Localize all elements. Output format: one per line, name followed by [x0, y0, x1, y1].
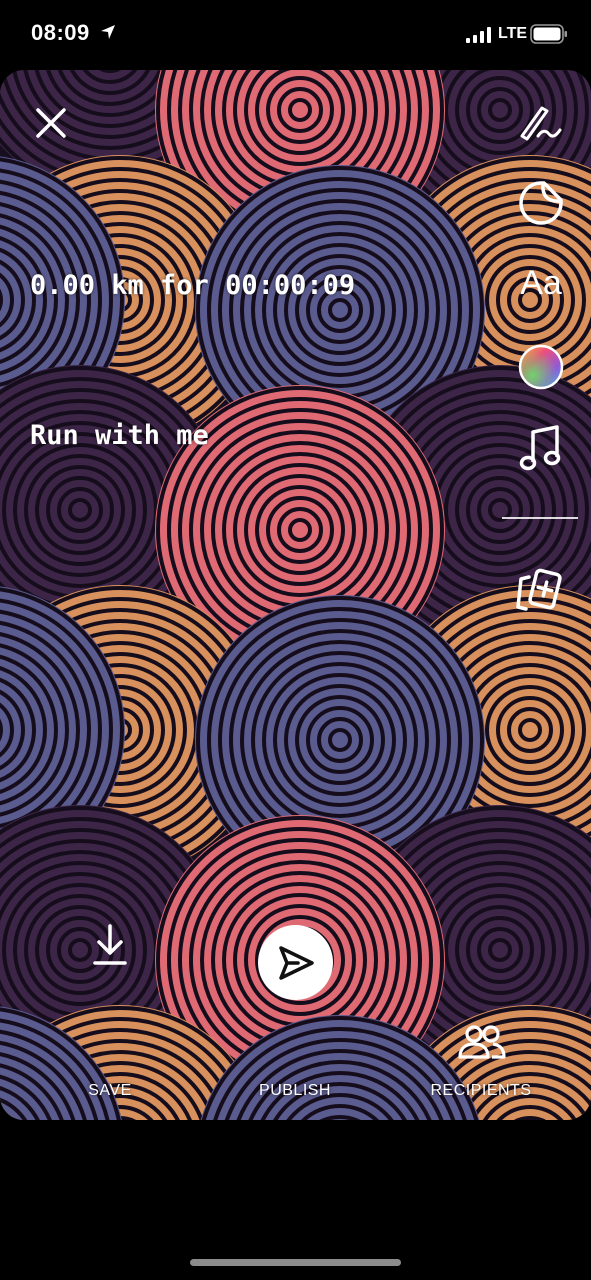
publish-button[interactable] [258, 925, 333, 1000]
sticker-icon [519, 181, 563, 225]
run-stats-text[interactable]: 0.00 km for 00:00:09 [30, 270, 355, 301]
draw-button[interactable] [516, 100, 566, 146]
caption-text[interactable]: Run with me [30, 420, 209, 451]
music-button[interactable] [516, 422, 566, 474]
download-icon [93, 924, 127, 965]
sticker-button[interactable] [516, 178, 566, 228]
add-card-icon [516, 568, 562, 611]
close-button[interactable] [30, 102, 72, 144]
recipients-button[interactable] [456, 1022, 508, 1062]
status-time: 08:09 [31, 20, 90, 45]
color-button[interactable] [516, 342, 566, 392]
close-icon [36, 108, 66, 138]
status-bar: 08:09 LTE [0, 0, 591, 70]
save-label[interactable]: SAVE [70, 1082, 150, 1100]
save-button[interactable] [88, 922, 132, 968]
toolbar-divider [502, 517, 578, 519]
people-icon [458, 1025, 506, 1059]
location-arrow-icon [101, 25, 115, 39]
pen-draw-icon [520, 106, 562, 141]
text-tool-button[interactable]: Aa [510, 260, 572, 306]
network-type: LTE [498, 25, 528, 42]
music-note-icon [519, 425, 561, 471]
publish-label[interactable]: PUBLISH [245, 1082, 345, 1100]
send-icon [278, 945, 314, 980]
home-indicator[interactable] [190, 1259, 401, 1266]
add-card-button[interactable] [514, 566, 570, 616]
color-wheel-icon [518, 344, 564, 390]
battery-icon [530, 24, 567, 44]
signal-bars-icon [466, 27, 491, 43]
recipients-label[interactable]: RECIPIENTS [421, 1082, 541, 1100]
